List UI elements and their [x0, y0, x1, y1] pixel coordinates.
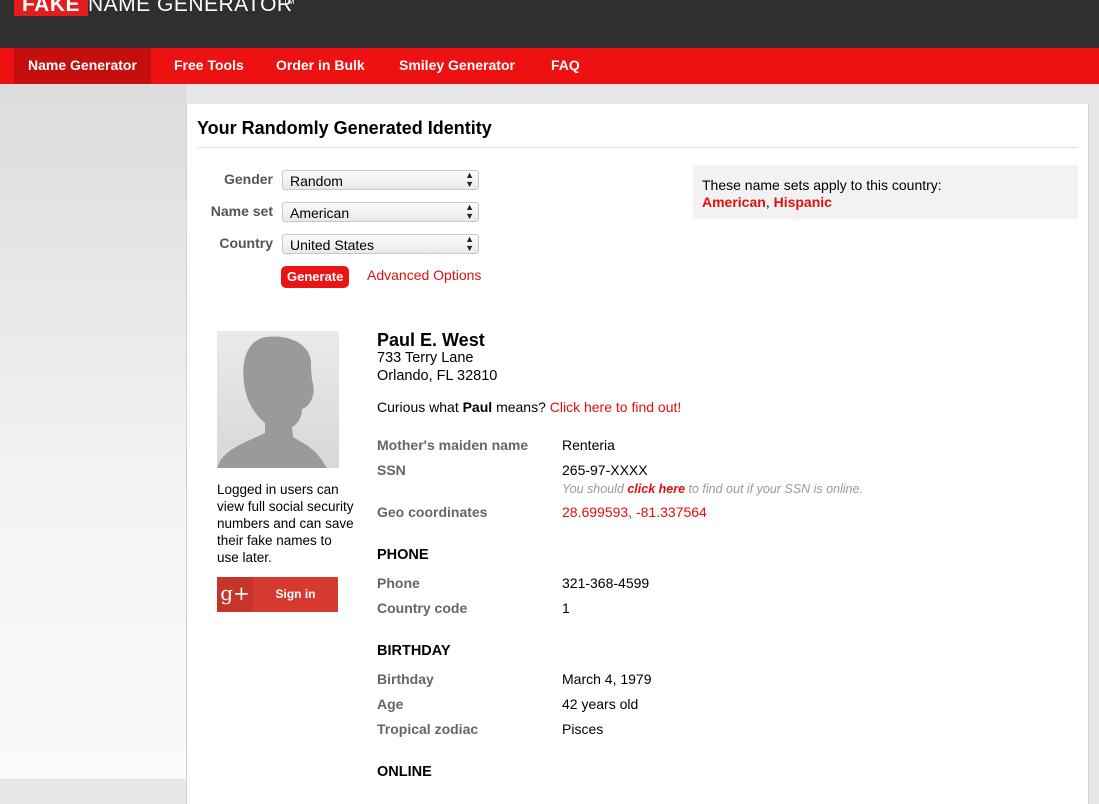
- online-heading: ONLINE: [377, 764, 432, 780]
- maiden-name-label: Mother's maiden name: [377, 437, 529, 453]
- advanced-options-link[interactable]: Advanced Options: [367, 267, 481, 283]
- main-content: Your Randomly Generated Identity Gender …: [186, 104, 1089, 804]
- first-name: Paul: [462, 399, 493, 415]
- logo-trademark: TM: [283, 0, 295, 6]
- nav-name-generator[interactable]: Name Generator: [14, 48, 151, 84]
- ssn-label: SSN: [377, 462, 406, 478]
- page-title: Your Randomly Generated Identity: [197, 118, 492, 138]
- gender-select[interactable]: Random ▲ ▼: [282, 170, 479, 190]
- curious-suffix: means?: [496, 399, 546, 415]
- nav-order-in-bulk[interactable]: Order in Bulk: [262, 48, 379, 84]
- country-select-value: United States: [290, 237, 375, 253]
- name-meaning-link[interactable]: Click here to find out!: [550, 399, 682, 415]
- geo-label: Geo coordinates: [377, 504, 488, 520]
- left-gutter: [0, 84, 186, 779]
- birthday-label: Birthday: [377, 671, 434, 687]
- logo-fake[interactable]: FAKE: [14, 0, 89, 16]
- nav-free-tools[interactable]: Free Tools: [160, 48, 258, 84]
- country-code-value: 1: [562, 600, 570, 616]
- phone-heading: PHONE: [377, 547, 429, 563]
- country-select[interactable]: United States ▲ ▼: [282, 234, 479, 254]
- top-bar: FAKE NAME GENERATOR TM: [0, 0, 1099, 48]
- geo-coordinates-link[interactable]: 28.699593, -81.337564: [562, 504, 707, 520]
- curious-prefix: Curious what: [377, 399, 459, 415]
- nav-smiley-generator[interactable]: Smiley Generator: [385, 48, 529, 84]
- main-nav: Name Generator Free Tools Order in Bulk …: [0, 48, 1099, 84]
- google-plus-icon: g+: [217, 577, 253, 612]
- age-label: Age: [377, 696, 404, 712]
- address-line-1: 733 Terry Lane: [377, 350, 474, 366]
- title-divider: [197, 147, 1078, 148]
- ssn-note: You should click here to find out if you…: [562, 482, 863, 496]
- up-down-arrow-icon: ▲ ▼: [465, 202, 474, 221]
- generate-button[interactable]: Generate: [281, 266, 350, 288]
- birthday-value: March 4, 1979: [562, 671, 652, 687]
- ssn-value: 265-97-XXXX: [562, 462, 648, 478]
- gender-select-value: Random: [290, 173, 343, 189]
- country-label: Country: [219, 235, 273, 251]
- nameset-select[interactable]: American ▲ ▼: [282, 202, 479, 222]
- birthday-heading: BIRTHDAY: [377, 643, 451, 659]
- login-info-text: Logged in users can view full social sec…: [217, 482, 354, 565]
- signin-label: Sign in: [275, 587, 316, 601]
- nameset-label: Name set: [210, 203, 273, 219]
- nameset-link-american[interactable]: American: [702, 194, 766, 210]
- identity-name: Paul E. West: [377, 330, 485, 350]
- country-namesets-list: American, Hispanic: [702, 194, 832, 210]
- ssn-note-suffix: to find out if your SSN is online.: [688, 482, 863, 496]
- ssn-note-prefix: You should: [562, 482, 624, 496]
- age-value: 42 years old: [562, 696, 639, 712]
- nav-faq[interactable]: FAQ: [537, 48, 594, 84]
- address-line-2: Orlando, FL 32810: [377, 368, 498, 384]
- ssn-check-link[interactable]: click here: [627, 482, 685, 496]
- country-namesets-box: These name sets apply to this country: A…: [693, 165, 1078, 219]
- nameset-separator: ,: [765, 194, 770, 210]
- zodiac-label: Tropical zodiac: [377, 721, 479, 737]
- country-namesets-note: These name sets apply to this country:: [702, 177, 942, 193]
- nameset-link-hispanic[interactable]: Hispanic: [774, 194, 832, 210]
- gender-label: Gender: [223, 171, 273, 187]
- person-silhouette-icon: [217, 336, 327, 468]
- up-down-arrow-icon: ▲ ▼: [465, 170, 474, 189]
- zodiac-value: Pisces: [562, 721, 604, 737]
- google-signin-button[interactable]: g+ Sign in: [217, 577, 338, 612]
- country-code-label: Country code: [377, 600, 468, 616]
- name-meaning-line: Curious what Paul means? Click here to f…: [377, 399, 681, 415]
- maiden-name-value: Renteria: [562, 437, 615, 453]
- phone-value: 321-368-4599: [562, 575, 650, 591]
- avatar: [217, 331, 339, 468]
- phone-label: Phone: [377, 575, 420, 591]
- up-down-arrow-icon: ▲ ▼: [465, 234, 474, 253]
- logo-name-generator[interactable]: NAME GENERATOR: [88, 0, 293, 16]
- nameset-select-value: American: [290, 205, 350, 221]
